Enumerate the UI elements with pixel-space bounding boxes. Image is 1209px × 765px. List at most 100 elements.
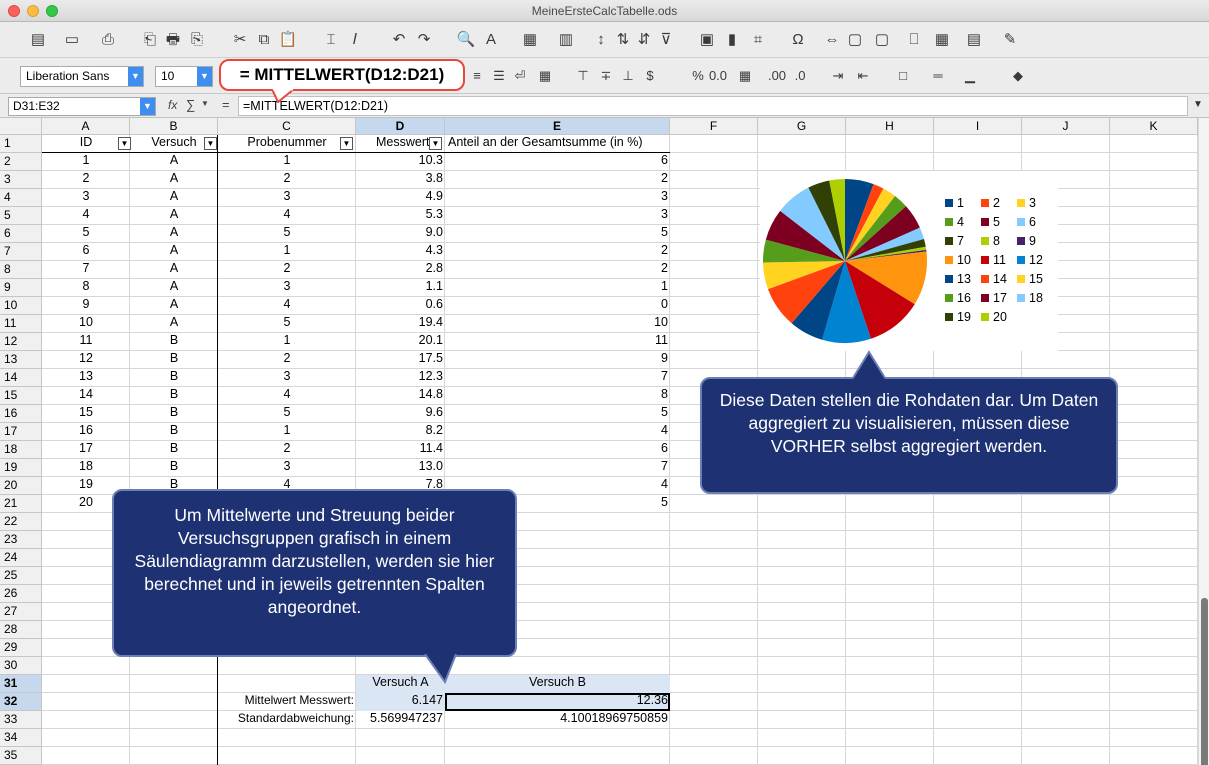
cell[interactable] <box>1110 135 1198 153</box>
cell[interactable] <box>1110 675 1198 693</box>
table-cell-messwert[interactable]: 9.6 <box>356 405 445 423</box>
cell[interactable] <box>1110 369 1198 387</box>
cell[interactable] <box>42 675 130 693</box>
open-icon[interactable]: ▭ <box>62 30 82 50</box>
align-bottom-icon[interactable]: ⊥ <box>618 66 638 86</box>
column-header-e[interactable]: E <box>445 118 670 135</box>
cell[interactable] <box>1022 639 1110 657</box>
cell[interactable] <box>846 531 934 549</box>
cell[interactable] <box>130 675 218 693</box>
table-cell-probenummer[interactable]: 2 <box>218 261 356 279</box>
cell[interactable] <box>1110 207 1198 225</box>
export-pdf-icon[interactable]: ⎗ <box>140 30 160 50</box>
cell[interactable] <box>758 693 846 711</box>
cell[interactable] <box>42 711 130 729</box>
cell[interactable] <box>934 675 1022 693</box>
table-cell-probenummer[interactable]: 5 <box>218 405 356 423</box>
cell[interactable] <box>1110 693 1198 711</box>
row-icon[interactable]: ▦ <box>520 30 540 50</box>
hyperlink-icon[interactable]: ⇔ <box>822 30 842 50</box>
table-cell-versuch[interactable]: B <box>130 333 218 351</box>
vertical-scrollbar[interactable] <box>1198 118 1209 765</box>
cell[interactable] <box>1022 549 1110 567</box>
save-icon[interactable]: ⎙ <box>98 30 118 50</box>
expand-formula-icon[interactable]: ▼ <box>1193 99 1203 110</box>
cell[interactable] <box>130 729 218 747</box>
table-cell-messwert[interactable]: 14.8 <box>356 387 445 405</box>
cell[interactable] <box>42 657 130 675</box>
table-cell-id[interactable]: 3 <box>42 189 130 207</box>
cell[interactable] <box>670 207 758 225</box>
row-header[interactable]: 32 <box>0 693 42 711</box>
cell[interactable] <box>758 153 846 171</box>
row-header[interactable]: 16 <box>0 405 42 423</box>
cell[interactable] <box>1022 567 1110 585</box>
cell[interactable] <box>934 549 1022 567</box>
cell[interactable] <box>934 747 1022 765</box>
header-anteil[interactable]: Anteil an der Gesamtsumme (in %) <box>445 135 670 153</box>
chevron-down-icon[interactable]: ▼ <box>197 67 212 86</box>
clone-formatting-icon[interactable]: ⌶ <box>321 30 341 50</box>
table-cell-messwert[interactable]: 13.0 <box>356 459 445 477</box>
cell[interactable] <box>1110 621 1198 639</box>
cell[interactable] <box>130 693 218 711</box>
font-size-box[interactable]: 10 ▼ <box>155 66 213 87</box>
table-cell-anteil[interactable]: 2 <box>445 171 670 189</box>
row-header[interactable]: 10 <box>0 297 42 315</box>
cell[interactable] <box>934 729 1022 747</box>
row-header[interactable]: 2 <box>0 153 42 171</box>
row-header[interactable]: 21 <box>0 495 42 513</box>
cell[interactable] <box>758 729 846 747</box>
mittelwert-label[interactable]: Mittelwert Messwert: <box>218 693 356 711</box>
row-header[interactable]: 11 <box>0 315 42 333</box>
number-icon[interactable]: 0.0 <box>708 66 728 86</box>
cell[interactable] <box>1110 351 1198 369</box>
sum-icon[interactable]: ∑ <box>186 97 195 112</box>
cell[interactable] <box>1110 297 1198 315</box>
row-header[interactable]: 20 <box>0 477 42 495</box>
table-cell-id[interactable]: 13 <box>42 369 130 387</box>
cell[interactable] <box>846 603 934 621</box>
cell[interactable] <box>670 639 758 657</box>
print-icon[interactable]: 🖶 <box>163 30 183 50</box>
row-header[interactable]: 31 <box>0 675 42 693</box>
new-icon[interactable]: ▤ <box>28 30 48 50</box>
cell[interactable] <box>670 693 758 711</box>
cell[interactable] <box>1110 189 1198 207</box>
cell[interactable] <box>758 639 846 657</box>
table-cell-probenummer[interactable]: 2 <box>218 351 356 369</box>
cell[interactable] <box>934 621 1022 639</box>
copy-icon[interactable]: ⧉ <box>254 30 274 50</box>
cell[interactable] <box>1022 675 1110 693</box>
cell[interactable] <box>670 621 758 639</box>
table-cell-versuch[interactable]: B <box>130 441 218 459</box>
cell[interactable] <box>846 747 934 765</box>
paste-icon[interactable]: 📋 <box>278 30 298 50</box>
cell[interactable] <box>670 297 758 315</box>
row-header[interactable]: 25 <box>0 567 42 585</box>
column-icon[interactable]: ▥ <box>556 30 576 50</box>
table-cell-anteil[interactable]: 11 <box>445 333 670 351</box>
table-cell-messwert[interactable]: 19.4 <box>356 315 445 333</box>
table-cell-versuch[interactable]: A <box>130 225 218 243</box>
comment-icon[interactable]: ▢ <box>845 30 865 50</box>
cell[interactable] <box>670 747 758 765</box>
table-cell-probenummer[interactable]: 1 <box>218 423 356 441</box>
cell[interactable] <box>758 711 846 729</box>
cell[interactable] <box>670 261 758 279</box>
table-cell-versuch[interactable]: A <box>130 243 218 261</box>
table-cell-id[interactable]: 15 <box>42 405 130 423</box>
table-cell-anteil[interactable]: 1 <box>445 279 670 297</box>
cell[interactable] <box>758 657 846 675</box>
table-cell-id[interactable]: 18 <box>42 459 130 477</box>
column-header-i[interactable]: I <box>934 118 1022 135</box>
cell[interactable] <box>445 729 670 747</box>
cell[interactable] <box>846 729 934 747</box>
cell[interactable] <box>934 711 1022 729</box>
table-cell-probenummer[interactable]: 3 <box>218 279 356 297</box>
cell[interactable] <box>1110 153 1198 171</box>
cell[interactable] <box>670 171 758 189</box>
cell[interactable] <box>1110 585 1198 603</box>
row-header[interactable]: 29 <box>0 639 42 657</box>
versuch-b-label[interactable]: Versuch B <box>445 675 670 693</box>
